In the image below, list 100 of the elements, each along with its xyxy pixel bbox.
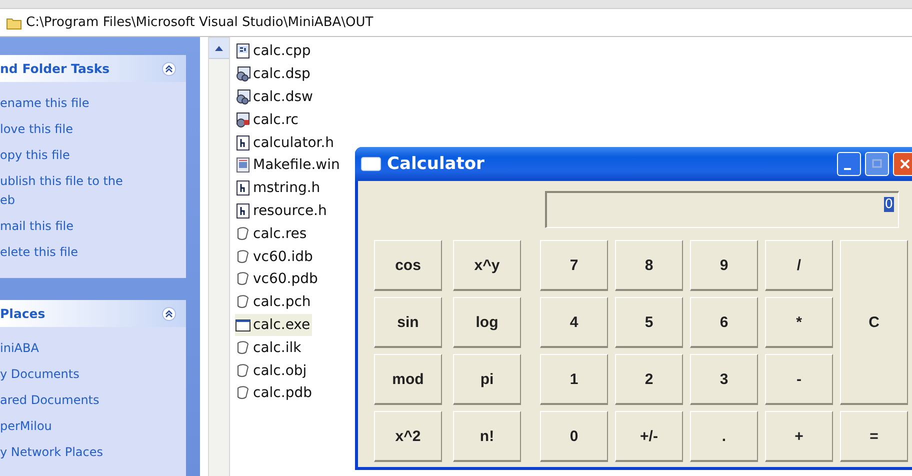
window-icon	[361, 157, 381, 171]
close-button[interactable]	[893, 152, 912, 176]
folder-icon	[6, 16, 22, 30]
file-icon	[235, 112, 251, 128]
file-name: calc.rc	[253, 112, 298, 128]
file-name: vc60.pdb	[253, 271, 318, 288]
panel-header[interactable]: Places	[0, 300, 186, 327]
file-name: calc.exe	[253, 316, 310, 333]
scroll-up-button[interactable]	[209, 38, 229, 59]
file-name: Makefile.win	[253, 157, 340, 174]
file-name: vc60.idb	[253, 248, 313, 265]
scrollbar[interactable]	[208, 37, 230, 476]
function-key[interactable]: x^y	[453, 240, 521, 291]
calculator-key[interactable]: *	[765, 297, 833, 348]
file-icon	[235, 180, 251, 196]
function-key[interactable]: mod	[374, 354, 442, 405]
calculator-key[interactable]: 4	[540, 297, 608, 348]
function-key[interactable]: x^2	[374, 411, 442, 462]
panel-header[interactable]: nd Folder Tasks	[0, 55, 186, 82]
calculator-key[interactable]: 3	[690, 354, 758, 405]
file-item[interactable]: calc.exe	[235, 314, 312, 336]
file-icon	[235, 202, 251, 219]
file-item[interactable]: calc.ilk	[235, 336, 304, 360]
file-name: calc.ilk	[253, 340, 302, 356]
file-item[interactable]: resource.h	[235, 200, 329, 222]
task-link[interactable]: ublish this file to the eb	[0, 172, 186, 210]
function-key[interactable]: sin	[374, 297, 442, 348]
calculator-key[interactable]: /	[765, 240, 833, 291]
file-icon	[235, 134, 251, 151]
file-item[interactable]: vc60.idb	[235, 245, 315, 268]
function-key[interactable]: pi	[453, 354, 521, 405]
up-arrow-icon	[215, 46, 223, 50]
file-name: calc.cpp	[253, 43, 311, 60]
calculator-key[interactable]: 0	[540, 411, 608, 462]
calculator-key[interactable]: 5	[615, 297, 683, 348]
calculator-key[interactable]: 1	[540, 354, 608, 405]
file-item[interactable]: calc.dsp	[235, 62, 312, 86]
file-name: calc.pdb	[253, 385, 312, 402]
calculator-key[interactable]: 6	[690, 297, 758, 348]
task-link[interactable]: ared Documents	[0, 391, 186, 410]
file-icon	[235, 271, 251, 288]
task-link[interactable]: love this file	[0, 120, 186, 139]
file-item[interactable]: calc.pdb	[235, 382, 314, 405]
calculator-key[interactable]: 8	[615, 240, 683, 291]
file-icon	[235, 66, 251, 82]
window-title: Calculator	[387, 154, 484, 174]
file-item[interactable]: vc60.pdb	[235, 268, 320, 291]
task-link[interactable]: perMilou	[0, 417, 186, 436]
panel-title: nd Folder Tasks	[0, 61, 110, 76]
file-name: calc.dsp	[253, 66, 310, 82]
task-link[interactable]: y Network Places	[0, 443, 186, 462]
function-key[interactable]: log	[453, 297, 521, 348]
file-icon	[235, 385, 251, 402]
calculator-key[interactable]: -	[765, 354, 833, 405]
task-link[interactable]: mail this file	[0, 217, 186, 236]
task-link[interactable]: y Documents	[0, 365, 186, 384]
file-item[interactable]: calc.res	[235, 222, 309, 246]
collapse-icon[interactable]	[162, 306, 176, 320]
display-field[interactable]: 0	[545, 191, 899, 228]
calculator-key[interactable]: +/-	[615, 411, 683, 462]
file-item[interactable]: mstring.h	[235, 176, 322, 200]
file-icon	[235, 157, 251, 174]
file-icon	[235, 88, 251, 105]
task-link[interactable]: ename this file	[0, 94, 186, 113]
display-value: 0	[884, 197, 894, 212]
minimize-button[interactable]	[837, 152, 861, 176]
task-link[interactable]: iniABA	[0, 339, 186, 358]
file-icon	[235, 294, 251, 310]
calculator-key[interactable]: .	[690, 411, 758, 462]
file-name: calc.obj	[253, 362, 307, 379]
file-name: mstring.h	[253, 180, 320, 196]
file-item[interactable]: calculator.h	[235, 131, 336, 154]
file-icon	[235, 43, 251, 60]
function-key[interactable]: n!	[453, 411, 521, 462]
file-item[interactable]: calc.obj	[235, 359, 309, 382]
calculator-key[interactable]: C	[840, 240, 908, 405]
maximize-button[interactable]	[865, 152, 889, 176]
calculator-key[interactable]: 2	[615, 354, 683, 405]
file-name: calc.dsw	[253, 88, 313, 105]
file-icon	[235, 340, 251, 356]
file-item[interactable]: calc.cpp	[235, 40, 313, 63]
file-icon	[235, 248, 251, 265]
maximize-icon	[872, 159, 882, 169]
file-name: calculator.h	[253, 134, 334, 151]
calculator-key[interactable]: +	[765, 411, 833, 462]
task-link[interactable]: opy this file	[0, 146, 186, 165]
calculator-key[interactable]: 7	[540, 240, 608, 291]
file-icon	[235, 362, 251, 379]
file-name: calc.pch	[253, 294, 311, 310]
collapse-icon[interactable]	[162, 62, 176, 76]
calculator-key[interactable]: =	[840, 411, 908, 462]
file-name: resource.h	[253, 202, 327, 219]
window-icon	[235, 316, 251, 333]
file-item[interactable]: calc.pch	[235, 290, 313, 314]
file-item[interactable]: calc.rc	[235, 108, 300, 132]
function-key[interactable]: cos	[374, 240, 442, 291]
calculator-key[interactable]: 9	[690, 240, 758, 291]
file-item[interactable]: Makefile.win	[235, 154, 342, 177]
file-item[interactable]: calc.dsw	[235, 86, 315, 108]
task-link[interactable]: elete this file	[0, 243, 186, 262]
